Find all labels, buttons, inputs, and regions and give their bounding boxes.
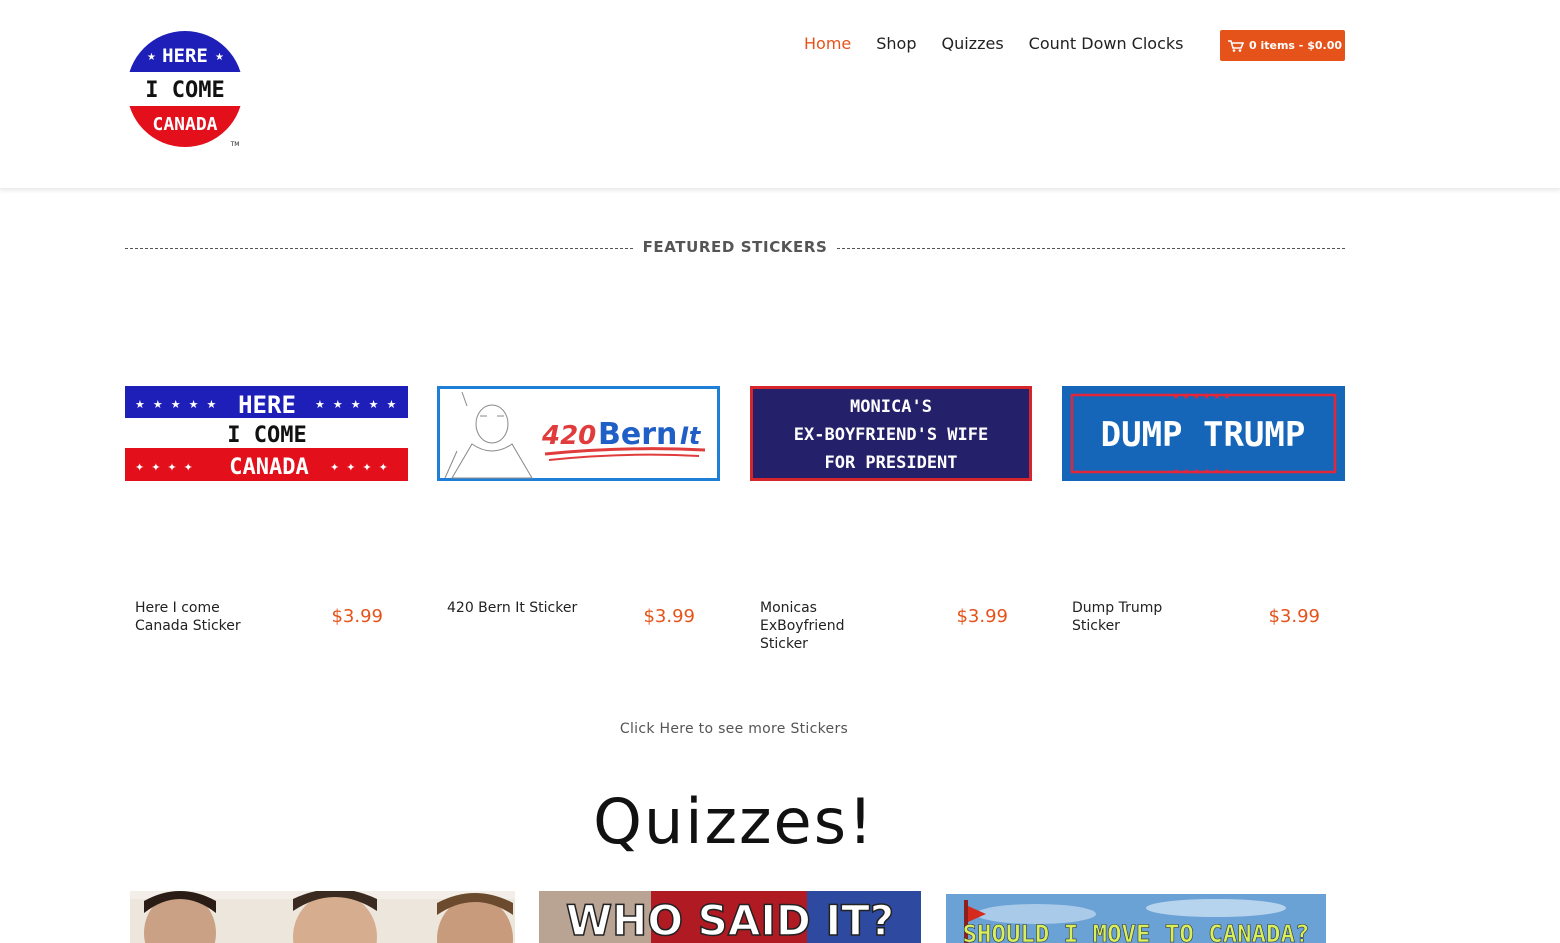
svg-text:★: ★ <box>215 52 224 63</box>
site-header: ★ ★ HERE I COME CANADA TM Home Shop Quiz… <box>0 0 1560 189</box>
logo-badge: ★ ★ HERE I COME CANADA TM <box>127 31 243 148</box>
product-name[interactable]: 420 Bern It Sticker <box>447 599 597 617</box>
cart-button[interactable]: 0 items - $0.00 <box>1220 30 1345 61</box>
product-image[interactable]: ★★★★★★ ★★★★★★ DUMP TRUMP <box>1062 386 1345 481</box>
svg-text:✦✦✦✦: ✦✦✦✦ <box>135 461 200 474</box>
product-image[interactable]: 420 Bern It <box>437 386 720 481</box>
sticker-line1: MONICA'S <box>850 397 932 417</box>
sticker-it: It <box>680 422 702 450</box>
product-name[interactable]: Dump Trump Sticker <box>1072 599 1182 635</box>
svg-text:★★★★★★: ★★★★★★ <box>1172 392 1233 401</box>
product-price: $3.99 <box>643 606 695 627</box>
cart-icon <box>1228 39 1244 52</box>
product-card[interactable]: ★★★★★★ ★★★★★★ DUMP TRUMP Dump Trump Stic… <box>1062 386 1345 634</box>
quiz-image: SHOULD I MOVE TO CANADA? <box>946 894 1326 943</box>
quiz-card[interactable]: SHOULD I MOVE TO CANADA? <box>946 894 1326 943</box>
sticker-bern: Bern <box>598 417 677 452</box>
logo-line2: I COME <box>145 78 224 103</box>
sticker-line2: I COME <box>227 423 306 448</box>
quizzes-heading: Quizzes! <box>593 785 875 858</box>
divider <box>125 248 633 249</box>
nav-home[interactable]: Home <box>804 33 851 55</box>
nav-quizzes[interactable]: Quizzes <box>942 33 1004 55</box>
quiz-image <box>130 891 515 943</box>
sticker-line1: HERE <box>238 391 296 419</box>
featured-title: FEATURED STICKERS <box>642 238 828 256</box>
nav-shop[interactable]: Shop <box>876 33 916 55</box>
featured-heading: FEATURED STICKERS <box>125 236 1345 260</box>
sticker-text: DUMP TRUMP <box>1101 415 1306 455</box>
product-card[interactable]: ★★★★★ ★★★★★ HERE I COME ✦✦✦✦ ✦✦✦✦ CANADA… <box>125 386 408 634</box>
quiz-banner: WHO SAID IT? <box>566 896 894 943</box>
cart-summary: 0 items - $0.00 <box>1249 39 1343 52</box>
svg-text:✦✦✦✦: ✦✦✦✦ <box>330 461 395 474</box>
site-logo[interactable]: ★ ★ HERE I COME CANADA TM <box>127 29 243 149</box>
product-price: $3.99 <box>331 606 383 627</box>
nav-count-down-clocks[interactable]: Count Down Clocks <box>1029 33 1184 55</box>
product-image[interactable]: MONICA'S EX-BOYFRIEND'S WIFE FOR PRESIDE… <box>750 386 1033 481</box>
sticker-line3: FOR PRESIDENT <box>824 453 957 473</box>
divider <box>837 248 1345 249</box>
sticker-line2: EX-BOYFRIEND'S WIFE <box>794 425 988 445</box>
product-price: $3.99 <box>956 606 1008 627</box>
quiz-card[interactable] <box>130 891 515 943</box>
more-stickers-link[interactable]: Click Here to see more Stickers <box>0 721 1468 737</box>
sticker-420: 420 <box>541 421 596 451</box>
product-image[interactable]: ★★★★★ ★★★★★ HERE I COME ✦✦✦✦ ✦✦✦✦ CANADA <box>125 386 408 481</box>
logo-tm: TM <box>230 141 240 148</box>
svg-text:★★★★★: ★★★★★ <box>135 398 224 411</box>
svg-text:★★★★★★: ★★★★★★ <box>1172 467 1233 476</box>
svg-text:★★★★★: ★★★★★ <box>315 398 404 411</box>
product-name[interactable]: Monicas ExBoyfriend Sticker <box>760 599 870 653</box>
quiz-banner: SHOULD I MOVE TO CANADA? <box>963 920 1310 943</box>
quiz-image: WHO SAID IT? <box>539 891 921 943</box>
product-name[interactable]: Here I come Canada Sticker <box>135 599 265 635</box>
quiz-card[interactable]: WHO SAID IT? <box>539 891 921 943</box>
svg-text:★: ★ <box>147 52 156 63</box>
main-nav: Home Shop Quizzes Count Down Clocks <box>804 33 1208 55</box>
logo-line1: HERE <box>162 45 208 67</box>
product-card[interactable]: MONICA'S EX-BOYFRIEND'S WIFE FOR PRESIDE… <box>750 386 1033 652</box>
product-card[interactable]: 420 Bern It 420 Bern It Sticker $3.99 <box>437 386 720 627</box>
product-price: $3.99 <box>1268 606 1320 627</box>
sticker-line3: CANADA <box>229 455 308 480</box>
logo-line3: CANADA <box>152 114 217 135</box>
